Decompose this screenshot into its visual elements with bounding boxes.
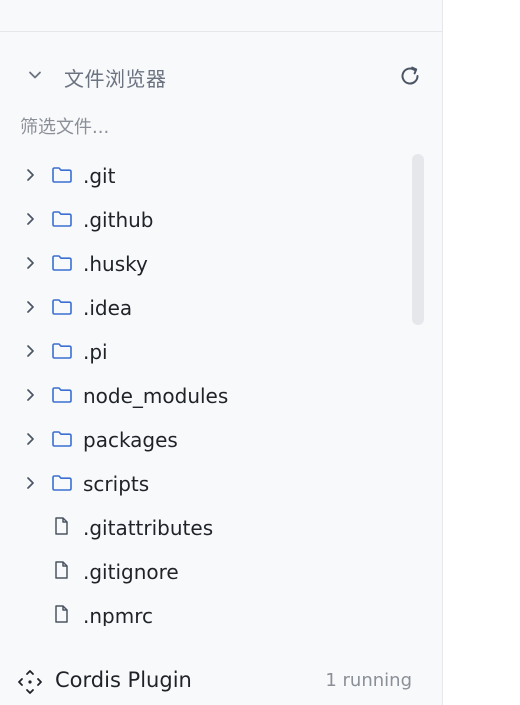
- file-icon: [55, 517, 68, 535]
- folder-icon: [52, 431, 72, 447]
- folder-name: .git: [83, 164, 116, 188]
- chevron-right-icon[interactable]: [22, 167, 38, 183]
- folder-row[interactable]: .github: [0, 198, 410, 242]
- folder-row[interactable]: node_modules: [0, 374, 410, 418]
- file-explorer-sidebar: 文件浏览器 .git .github .husky .idea .pi node_modu…: [0, 0, 443, 705]
- folder-name: packages: [83, 428, 178, 452]
- chevron-right-icon[interactable]: [22, 255, 38, 271]
- plugin-status-bar[interactable]: Cordis Plugin 1 running: [0, 658, 442, 705]
- folder-icon: [52, 211, 72, 227]
- folder-row[interactable]: .pi: [0, 330, 410, 374]
- folder-icon: [52, 343, 72, 359]
- folder-row[interactable]: .husky: [0, 242, 410, 286]
- move-arrows-icon: [18, 670, 42, 694]
- folder-icon: [52, 255, 72, 271]
- folder-name: node_modules: [83, 384, 229, 408]
- file-row[interactable]: .npmrc: [0, 594, 410, 626]
- file-row[interactable]: .gitattributes: [0, 506, 410, 550]
- panel-title: 文件浏览器: [64, 67, 167, 91]
- file-name: .gitattributes: [83, 516, 214, 540]
- chevron-right-icon[interactable]: [22, 343, 38, 359]
- filter-files-input[interactable]: [20, 110, 410, 144]
- plugin-running-status: 1 running: [325, 670, 412, 691]
- panel-header[interactable]: 文件浏览器: [0, 54, 442, 98]
- chevron-right-icon[interactable]: [22, 431, 38, 447]
- chevron-right-icon[interactable]: [22, 387, 38, 403]
- folder-row[interactable]: scripts: [0, 462, 410, 506]
- file-icon: [55, 561, 68, 579]
- folder-name: .github: [83, 208, 154, 232]
- chevron-right-icon[interactable]: [22, 299, 38, 315]
- refresh-icon[interactable]: [397, 63, 423, 89]
- file-tree: .git .github .husky .idea .pi node_modulespac…: [0, 154, 410, 626]
- folder-row[interactable]: .git: [0, 154, 410, 198]
- folder-icon: [52, 299, 72, 315]
- file-icon: [55, 605, 68, 623]
- folder-name: scripts: [83, 472, 150, 496]
- file-name: .npmrc: [83, 604, 153, 626]
- folder-icon: [52, 475, 72, 491]
- chevron-right-icon[interactable]: [22, 211, 38, 227]
- tree-scrollbar[interactable]: [412, 154, 424, 325]
- folder-name: .husky: [83, 252, 148, 276]
- folder-row[interactable]: .idea: [0, 286, 410, 330]
- top-divider: [0, 31, 442, 32]
- chevron-right-icon[interactable]: [22, 475, 38, 491]
- chevron-down-icon[interactable]: [26, 66, 44, 84]
- file-name: .gitignore: [83, 560, 179, 584]
- folder-row[interactable]: packages: [0, 418, 410, 462]
- file-row[interactable]: .gitignore: [0, 550, 410, 594]
- plugin-name: Cordis Plugin: [55, 668, 192, 692]
- folder-icon: [52, 167, 72, 183]
- folder-name: .idea: [83, 296, 133, 320]
- folder-icon: [52, 387, 72, 403]
- folder-name: .pi: [83, 340, 108, 364]
